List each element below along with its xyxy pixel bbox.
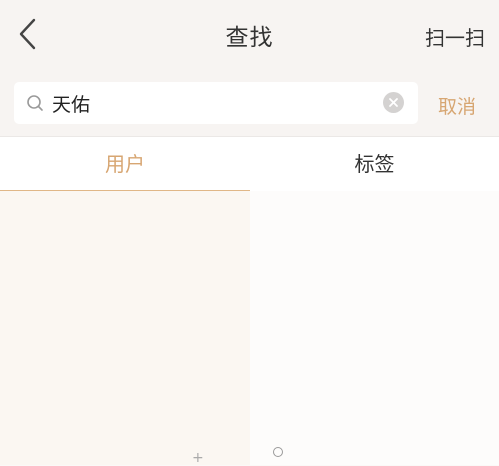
close-icon [389, 98, 398, 107]
results-panel-left [0, 191, 250, 465]
search-icon [27, 95, 43, 111]
clear-icon[interactable] [383, 92, 404, 113]
search-input[interactable] [52, 87, 372, 119]
tab-tags[interactable]: 标签 [250, 137, 499, 191]
scan-button[interactable]: 扫一扫 [425, 22, 485, 51]
loading-dot-icon [273, 447, 283, 457]
tab-users[interactable]: 用户 [0, 137, 250, 191]
search-box [14, 82, 418, 124]
top-bar: 查找 扫一扫 [0, 0, 499, 72]
results-panel-right [250, 191, 499, 465]
plus-icon: + [192, 450, 204, 466]
cancel-button[interactable]: 取消 [438, 92, 476, 119]
tab-bar: 用户 标签 [0, 136, 499, 192]
search-bar: 取消 [0, 72, 499, 136]
